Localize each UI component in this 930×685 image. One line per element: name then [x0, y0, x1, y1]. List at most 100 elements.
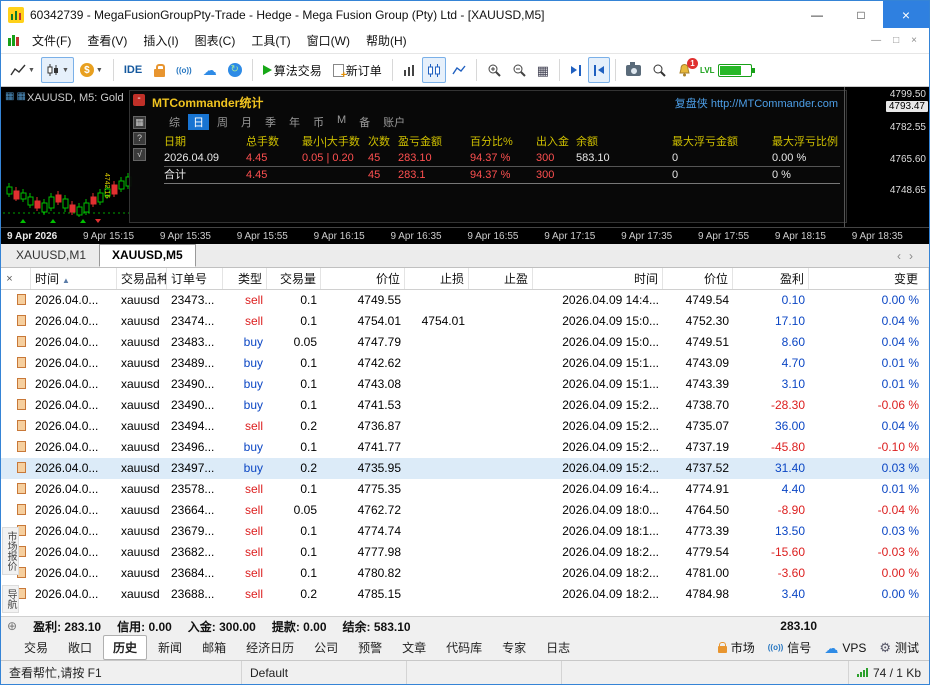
menu-file[interactable]: 文件(F) — [24, 28, 79, 53]
vps-button[interactable]: ☁VPS — [824, 641, 866, 655]
algo-trading-button[interactable]: 算法交易 — [258, 57, 327, 83]
market-watch-tab[interactable]: 市场报价 — [2, 527, 19, 575]
history-row[interactable]: 2026.04.0... xauusd 23474... sell 0.1 47… — [1, 311, 929, 332]
price-scale[interactable]: 4799.50 4793.47 4782.55 4765.60 4748.65 — [844, 87, 929, 227]
mdi-restore-button[interactable]: □ — [893, 35, 899, 46]
chart-tab-m1[interactable]: XAUUSD,M1 — [3, 244, 99, 267]
tab-articles[interactable]: 文章 — [393, 636, 435, 659]
market-button[interactable]: 市场 — [718, 639, 755, 656]
menu-help[interactable]: 帮助(H) — [358, 28, 415, 53]
tab-journal[interactable]: 日志 — [537, 636, 579, 659]
col-open-price[interactable]: 价位 — [321, 268, 405, 289]
history-row[interactable]: 2026.04.0... xauusd 23483... buy 0.05 47… — [1, 332, 929, 353]
zoom-out-button[interactable] — [507, 57, 531, 83]
signals-button[interactable]: ((o)) — [171, 57, 197, 83]
maximize-button[interactable]: □ — [839, 1, 883, 28]
line-chart-button[interactable] — [447, 57, 471, 83]
chart-area[interactable]: ▦▦ XAUUSD, M5: Gold — [1, 87, 929, 227]
chart-tab-m5[interactable]: XAUUSD,M5 — [99, 244, 196, 267]
close-toolbox-icon[interactable]: × — [4, 273, 15, 285]
tab-history[interactable]: 历史 — [103, 635, 147, 660]
stats-tab[interactable]: 账户 — [378, 114, 410, 130]
history-row[interactable]: 2026.04.0... xauusd 23490... buy 0.1 474… — [1, 395, 929, 416]
history-row[interactable]: 2026.04.0... xauusd 23496... buy 0.1 474… — [1, 437, 929, 458]
expand-icon[interactable]: ⊕ — [7, 619, 17, 633]
history-row[interactable]: 2026.04.0... xauusd 23490... buy 0.1 474… — [1, 374, 929, 395]
cloud-button[interactable]: ☁ — [198, 57, 222, 83]
bar-chart-button[interactable] — [398, 57, 421, 83]
stats-tab[interactable]: 综 — [164, 114, 185, 130]
col-open-time[interactable]: 时间▲ — [31, 268, 117, 289]
stats-tab[interactable]: 年 — [284, 114, 305, 130]
tab-company[interactable]: 公司 — [305, 636, 347, 659]
stats-tab-active[interactable]: 日 — [188, 114, 209, 130]
history-row[interactable]: 2026.04.0... xauusd 23473... sell 0.1 47… — [1, 290, 929, 311]
ide-button[interactable]: IDE — [119, 57, 147, 83]
menu-tools[interactable]: 工具(T) — [243, 28, 298, 53]
tab-news[interactable]: 新闻 — [149, 636, 191, 659]
tab-exposure[interactable]: 敞口 — [59, 636, 101, 659]
tile-windows-button[interactable]: ▦ — [532, 57, 554, 83]
close-button[interactable]: × — [883, 1, 929, 28]
history-row[interactable]: 2026.04.0... xauusd 23684... sell 0.1 47… — [1, 563, 929, 584]
chart-corner-icons[interactable]: ▦▦ — [5, 91, 28, 102]
minimize-button[interactable]: — — [795, 1, 839, 28]
tab-codebase[interactable]: 代码库 — [437, 636, 491, 659]
tab-scroll-arrows[interactable]: ‹› — [897, 249, 921, 263]
col-close-time[interactable]: 时间 — [533, 268, 663, 289]
lock-button[interactable] — [148, 57, 170, 83]
stats-tab[interactable]: 币 — [308, 114, 329, 130]
col-symbol[interactable]: 交易品种 — [117, 268, 167, 289]
col-type[interactable]: 类型 — [223, 268, 267, 289]
new-order-button[interactable]: 新订单 — [328, 57, 387, 83]
signals-footer-button[interactable]: ((o))信号 — [768, 639, 812, 656]
tab-alerts[interactable]: 预警 — [349, 636, 391, 659]
mdi-close-button[interactable]: × — [911, 35, 917, 46]
history-row[interactable]: 2026.04.0... xauusd 23578... sell 0.1 47… — [1, 479, 929, 500]
screenshot-button[interactable] — [621, 57, 646, 83]
zoom-in-button[interactable] — [482, 57, 506, 83]
candles-chart-button[interactable] — [422, 57, 446, 83]
col-tp[interactable]: 止盈 — [469, 268, 533, 289]
history-row[interactable]: 2026.04.0... xauusd 23494... sell 0.2 47… — [1, 416, 929, 437]
col-sl[interactable]: 止损 — [405, 268, 469, 289]
menu-view[interactable]: 查看(V) — [79, 28, 135, 53]
tab-trade[interactable]: 交易 — [15, 636, 57, 659]
chart-shift-button[interactable] — [565, 57, 587, 83]
search-button[interactable] — [647, 57, 671, 83]
navigator-tab[interactable]: 导航 — [2, 585, 19, 613]
mdi-minimize-button[interactable]: — — [871, 35, 881, 46]
stats-tab[interactable]: 周 — [212, 114, 233, 130]
history-row[interactable]: 2026.04.0... xauusd 23664... sell 0.05 4… — [1, 500, 929, 521]
tab-experts[interactable]: 专家 — [493, 636, 535, 659]
col-profit[interactable]: 盈利 — [733, 268, 809, 289]
col-order[interactable]: 订单号 — [167, 268, 223, 289]
panel-help-button[interactable]: ? — [133, 132, 146, 145]
tab-mailbox[interactable]: 邮箱 — [193, 636, 235, 659]
menu-insert[interactable]: 插入(I) — [135, 28, 186, 53]
line-studies-dropdown[interactable]: ▼ — [5, 57, 40, 83]
tab-calendar[interactable]: 经济日历 — [237, 636, 303, 659]
panel-grid-button[interactable]: ▦ — [133, 116, 146, 129]
community-button[interactable]: ↻ — [223, 57, 247, 83]
history-row[interactable]: 2026.04.0... xauusd 23679... sell 0.1 47… — [1, 521, 929, 542]
col-close-price[interactable]: 价位 — [663, 268, 733, 289]
panel-check-button[interactable]: √ — [133, 148, 146, 161]
stats-tab[interactable]: 备 — [354, 114, 375, 130]
stats-tab[interactable]: 季 — [260, 114, 281, 130]
panel-brand-link[interactable]: 复盘侠 http://MTCommander.com — [675, 95, 838, 111]
history-row[interactable]: 2026.04.0... xauusd 23497... buy 0.2 473… — [1, 458, 929, 479]
auto-scroll-button[interactable] — [588, 57, 610, 83]
menu-window[interactable]: 窗口(W) — [299, 28, 358, 53]
time-axis[interactable]: 9 Apr 2026 9 Apr 15:15 9 Apr 15:35 9 Apr… — [1, 227, 929, 244]
menu-charts[interactable]: 图表(C) — [187, 28, 244, 53]
history-row[interactable]: 2026.04.0... xauusd 23682... sell 0.1 47… — [1, 542, 929, 563]
panel-minimize-button[interactable]: - — [133, 94, 145, 106]
tester-button[interactable]: ⚙测试 — [879, 639, 919, 656]
symbols-dropdown[interactable]: $▼ — [75, 57, 108, 83]
stats-tab[interactable]: M — [332, 114, 351, 130]
notifications-button[interactable]: 1 — [672, 57, 697, 83]
stats-tab[interactable]: 月 — [236, 114, 257, 130]
col-volume[interactable]: 交易量 — [267, 268, 321, 289]
chart-type-dropdown[interactable]: ▼ — [41, 57, 74, 83]
